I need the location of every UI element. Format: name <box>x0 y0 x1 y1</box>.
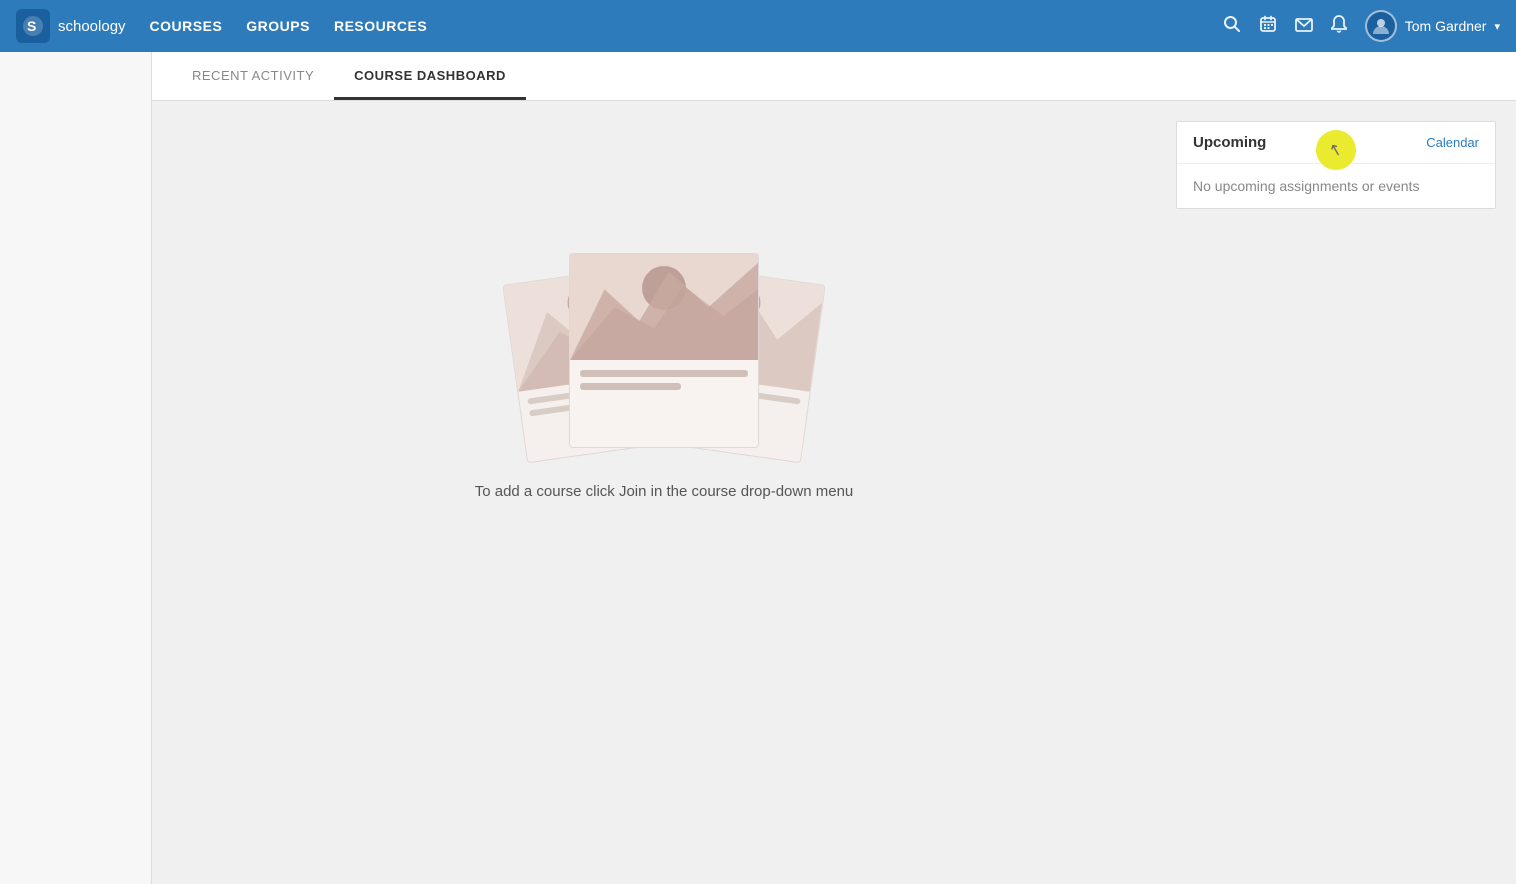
content-area: RECENT ACTIVITY COURSE DASHBOARD <box>152 52 1516 884</box>
upcoming-widget: Upcoming Calendar No upcoming assignment… <box>1176 121 1496 209</box>
course-card-front <box>569 253 759 448</box>
navbar: S schoology COURSES GROUPS RESOURCES <box>0 0 1516 52</box>
sidebar-widgets: Upcoming Calendar No upcoming assignment… <box>1176 121 1496 621</box>
schoology-logo-icon: S <box>16 9 50 43</box>
tab-recent-activity[interactable]: RECENT ACTIVITY <box>172 52 334 100</box>
brand-name: schoology <box>58 18 126 35</box>
navbar-right: Tom Gardner ▾ <box>1223 10 1500 42</box>
nav-groups[interactable]: GROUPS <box>246 14 310 38</box>
course-illustration <box>474 243 854 463</box>
svg-text:S: S <box>27 18 36 34</box>
user-name: Tom Gardner <box>1405 18 1487 34</box>
nav-resources[interactable]: RESOURCES <box>334 14 427 38</box>
chevron-down-icon: ▾ <box>1494 20 1500 33</box>
search-icon[interactable] <box>1223 15 1241 38</box>
sidebar <box>0 52 152 884</box>
add-course-instruction: To add a course click Join in the course… <box>475 483 854 500</box>
tab-course-dashboard[interactable]: COURSE DASHBOARD <box>334 52 526 100</box>
tabs-container: RECENT ACTIVITY COURSE DASHBOARD <box>152 52 1516 101</box>
main-content: To add a course click Join in the course… <box>172 121 1156 621</box>
bell-icon[interactable] <box>1331 15 1347 38</box>
calendar-icon[interactable] <box>1259 15 1277 38</box>
brand-logo[interactable]: S schoology <box>16 9 126 43</box>
nav-courses[interactable]: COURSES <box>150 14 223 38</box>
user-profile[interactable]: Tom Gardner ▾ <box>1365 10 1500 42</box>
widget-header: Upcoming Calendar <box>1177 122 1495 164</box>
mail-icon[interactable] <box>1295 16 1313 37</box>
avatar <box>1365 10 1397 42</box>
calendar-link[interactable]: Calendar <box>1426 135 1479 150</box>
main-nav: COURSES GROUPS RESOURCES <box>150 14 1223 38</box>
upcoming-title: Upcoming <box>1193 134 1266 151</box>
widget-body: No upcoming assignments or events <box>1177 164 1495 208</box>
main-layout: RECENT ACTIVITY COURSE DASHBOARD <box>0 52 1516 884</box>
page-body: To add a course click Join in the course… <box>152 101 1516 641</box>
no-events-text: No upcoming assignments or events <box>1193 178 1479 194</box>
